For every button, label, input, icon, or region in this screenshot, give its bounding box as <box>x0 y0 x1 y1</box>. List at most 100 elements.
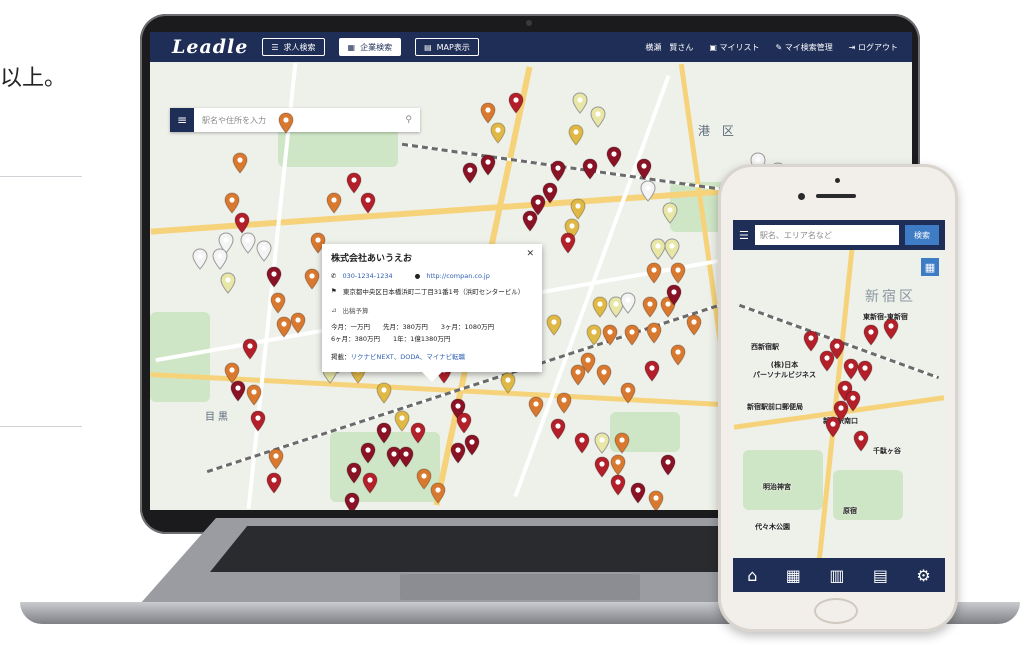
map-icon[interactable]: ▥ <box>829 566 844 585</box>
map-pin[interactable] <box>246 384 262 406</box>
map-pin[interactable] <box>546 314 562 336</box>
map-pin[interactable] <box>360 442 376 464</box>
map-pin[interactable] <box>594 432 610 454</box>
popup-phone-link[interactable]: 030-1234-1234 <box>342 272 392 280</box>
map-pin[interactable] <box>829 338 845 360</box>
map-pin[interactable] <box>574 432 590 454</box>
map-pin[interactable] <box>642 296 658 318</box>
search-icon[interactable]: ⚲ <box>405 115 412 125</box>
map-pin[interactable] <box>464 434 480 456</box>
map-pin[interactable] <box>398 446 414 468</box>
map-pin[interactable] <box>606 146 622 168</box>
map-pin[interactable] <box>596 364 612 386</box>
map-pin[interactable] <box>803 330 819 352</box>
home-icon[interactable]: ⌂ <box>747 566 757 585</box>
phone-search-button[interactable]: 検索 <box>905 225 939 245</box>
map-pin[interactable] <box>240 232 256 254</box>
close-icon[interactable]: ✕ <box>526 249 534 259</box>
map-pin[interactable] <box>528 396 544 418</box>
nav-company-search[interactable]: ▦ 企業検索 <box>338 38 402 56</box>
logout-link[interactable]: ⇥ ログアウト <box>849 42 898 53</box>
map-pin[interactable] <box>825 416 841 438</box>
map-pin[interactable] <box>883 318 899 340</box>
map-pin[interactable] <box>550 160 566 182</box>
map-pin[interactable] <box>853 430 869 452</box>
map-pin[interactable] <box>620 382 636 404</box>
map-pin[interactable] <box>648 490 664 510</box>
menu-icon[interactable]: ☰ <box>739 229 749 242</box>
map-pin[interactable] <box>266 266 282 288</box>
map-pin[interactable] <box>268 448 284 470</box>
map-pin[interactable] <box>522 210 538 232</box>
grid-icon[interactable]: ▦ <box>921 258 939 276</box>
map-pin[interactable] <box>212 248 228 270</box>
map-pin[interactable] <box>620 292 636 314</box>
map-pin[interactable] <box>664 238 680 260</box>
map-pin[interactable] <box>624 324 640 346</box>
phone-search-input[interactable]: 駅名、エリア名など <box>754 225 899 245</box>
map-pin[interactable] <box>570 198 586 220</box>
location-search-input[interactable]: 駅名や住所を入力 <box>202 115 405 126</box>
map-pin[interactable] <box>232 152 248 174</box>
map-pin[interactable] <box>250 410 266 432</box>
mylist-link[interactable]: ▣ マイリスト <box>709 42 759 53</box>
map-pin[interactable] <box>560 232 576 254</box>
map-pin[interactable] <box>224 192 240 214</box>
menu-icon[interactable]: ≡ <box>170 108 194 132</box>
map-pin[interactable] <box>646 262 662 284</box>
map-pin[interactable] <box>568 124 584 146</box>
map-pin[interactable] <box>590 106 606 128</box>
map-pin[interactable] <box>276 316 292 338</box>
app-logo[interactable]: Leadle <box>172 36 248 58</box>
map-pin[interactable] <box>644 360 660 382</box>
map-pin[interactable] <box>614 432 630 454</box>
map-pin[interactable] <box>670 262 686 284</box>
map-pin[interactable] <box>450 442 466 464</box>
map-pin[interactable] <box>270 292 286 314</box>
map-pin[interactable] <box>686 314 702 336</box>
map-pin[interactable] <box>630 482 646 504</box>
nav-job-search[interactable]: ☰ 求人検索 <box>262 38 325 56</box>
map-pin[interactable] <box>230 380 246 402</box>
map-pin[interactable] <box>640 180 656 202</box>
map-pin[interactable] <box>304 268 320 290</box>
building-icon[interactable]: ▦ <box>786 566 801 585</box>
map-pin[interactable] <box>344 492 360 510</box>
map-pin[interactable] <box>456 412 472 434</box>
map-pin[interactable] <box>266 472 282 494</box>
map-pin[interactable] <box>833 400 849 422</box>
map-pin[interactable] <box>346 172 362 194</box>
map-pin[interactable] <box>290 312 306 334</box>
map-pin[interactable] <box>602 324 618 346</box>
map-pin[interactable] <box>666 284 682 306</box>
map-pin[interactable] <box>326 192 342 214</box>
map-pin[interactable] <box>660 454 676 476</box>
popup-url-link[interactable]: http://compan.co.jp <box>426 272 490 280</box>
map-pin[interactable] <box>592 296 608 318</box>
map-pin[interactable] <box>242 338 258 360</box>
map-pin[interactable] <box>362 472 378 494</box>
map-pin[interactable] <box>594 456 610 478</box>
map-pin[interactable] <box>500 372 516 394</box>
map-pin[interactable] <box>843 358 859 380</box>
map-pin[interactable] <box>490 122 506 144</box>
map-pin[interactable] <box>636 158 652 180</box>
map-pin[interactable] <box>570 364 586 386</box>
map-pin[interactable] <box>582 158 598 180</box>
gear-icon[interactable]: ⚙ <box>916 566 930 585</box>
map-pin[interactable] <box>220 272 236 294</box>
map-pin[interactable] <box>610 474 626 496</box>
map-pin[interactable] <box>646 322 662 344</box>
map-pin[interactable] <box>360 192 376 214</box>
map-pin[interactable] <box>508 92 524 114</box>
map-pin[interactable] <box>556 392 572 414</box>
map-pin[interactable] <box>586 324 602 346</box>
map-pin[interactable] <box>863 324 879 346</box>
map-pin[interactable] <box>572 92 588 114</box>
map-pin[interactable] <box>394 410 410 432</box>
map-pin[interactable] <box>346 462 362 484</box>
map-pin[interactable] <box>410 422 426 444</box>
map-pin[interactable] <box>662 202 678 224</box>
list-icon[interactable]: ▤ <box>873 566 888 585</box>
map-pin[interactable] <box>462 162 478 184</box>
